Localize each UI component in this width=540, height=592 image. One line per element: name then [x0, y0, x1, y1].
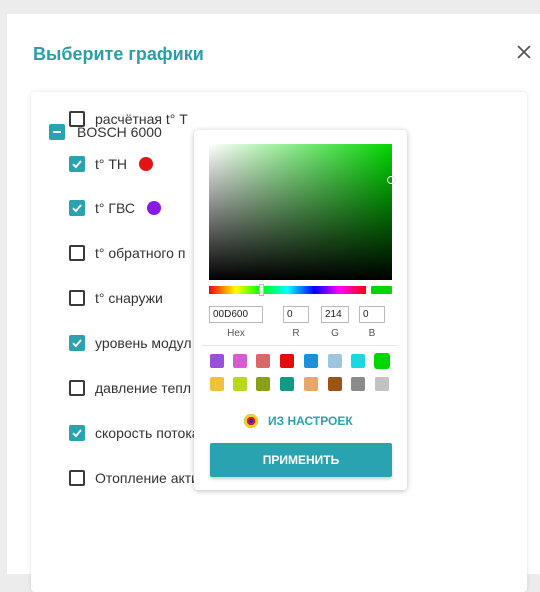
- chart-row-label: t° ГВС: [95, 200, 135, 216]
- color-swatch[interactable]: [280, 377, 294, 391]
- dialog-title: Выберите графики: [33, 44, 204, 64]
- color-swatch[interactable]: [256, 377, 270, 391]
- color-swatch[interactable]: [328, 377, 342, 391]
- divider: [202, 345, 399, 346]
- hue-slider[interactable]: [209, 284, 366, 296]
- chart-row-label: давление тепл: [95, 380, 192, 396]
- color-swatch[interactable]: [210, 377, 224, 391]
- checkbox-empty-icon[interactable]: [69, 470, 85, 486]
- checkbox-empty-icon[interactable]: [69, 245, 85, 261]
- chart-row-label: t° обратного п: [95, 245, 186, 261]
- color-swatch[interactable]: [351, 354, 365, 368]
- close-icon[interactable]: [514, 42, 534, 62]
- color-swatch[interactable]: [304, 377, 318, 391]
- checkbox-checked-icon[interactable]: [69, 425, 85, 441]
- hex-label: Hex: [227, 328, 245, 339]
- chart-select-dialog: Выберите графики BOSCH 6000 расчётная t°…: [7, 14, 540, 592]
- checkbox-checked-icon[interactable]: [69, 335, 85, 351]
- color-swatch[interactable]: [233, 377, 247, 391]
- color-swatch[interactable]: [280, 354, 294, 368]
- chart-row[interactable]: давление тепл: [69, 378, 191, 398]
- g-label: G: [331, 328, 339, 339]
- color-swatch-selected[interactable]: [374, 353, 390, 369]
- saturation-value-area[interactable]: [209, 144, 395, 280]
- checkbox-empty-icon[interactable]: [69, 290, 85, 306]
- color-swatch[interactable]: [210, 354, 224, 368]
- color-swatch[interactable]: [351, 377, 365, 391]
- checkbox-checked-icon[interactable]: [69, 156, 85, 172]
- chart-row[interactable]: уровень модул: [69, 333, 192, 353]
- chart-row-label: расчётная t° Т: [95, 111, 188, 127]
- checkbox-empty-icon[interactable]: [69, 111, 85, 127]
- chart-row-label: уровень модул: [95, 335, 192, 351]
- color-swatch[interactable]: [233, 354, 247, 368]
- hue-handle[interactable]: [259, 284, 264, 296]
- color-picker-popup: Hex R G B ИЗ НАСТРОЕК ПРИМЕНИТЬ: [194, 130, 407, 490]
- from-settings-label: ИЗ НАСТРОЕК: [268, 414, 353, 428]
- checkbox-checked-icon[interactable]: [69, 200, 85, 216]
- g-input[interactable]: [321, 306, 349, 323]
- series-color-dot[interactable]: [139, 157, 154, 171]
- color-swatch[interactable]: [256, 354, 270, 368]
- color-preview-swatch: [371, 286, 392, 294]
- chart-row[interactable]: t° снаружи: [69, 288, 163, 308]
- color-swatch[interactable]: [328, 354, 342, 368]
- saturation-handle[interactable]: [387, 176, 395, 184]
- r-input[interactable]: [283, 306, 309, 323]
- chart-row[interactable]: t° ТН: [69, 154, 154, 174]
- b-label: B: [368, 328, 376, 339]
- checkbox-empty-icon[interactable]: [69, 380, 85, 396]
- color-swatch[interactable]: [375, 377, 389, 391]
- chart-row[interactable]: t° обратного п: [69, 243, 185, 263]
- chart-row[interactable]: расчётная t° Т: [69, 109, 188, 129]
- series-color-dot[interactable]: [146, 201, 161, 215]
- r-label: R: [292, 328, 300, 339]
- color-swatch[interactable]: [304, 354, 318, 368]
- hex-input[interactable]: [209, 306, 263, 323]
- settings-gradient-icon: [244, 414, 258, 428]
- chart-row-label: t° ТН: [95, 156, 128, 172]
- chart-row-label: t° снаружи: [95, 290, 163, 306]
- apply-button[interactable]: ПРИМЕНИТЬ: [210, 443, 392, 477]
- chart-row[interactable]: t° ГВС: [69, 198, 161, 218]
- from-settings-button[interactable]: ИЗ НАСТРОЕК: [244, 412, 353, 430]
- b-input[interactable]: [359, 306, 385, 323]
- minus-checkbox-icon[interactable]: [49, 124, 65, 140]
